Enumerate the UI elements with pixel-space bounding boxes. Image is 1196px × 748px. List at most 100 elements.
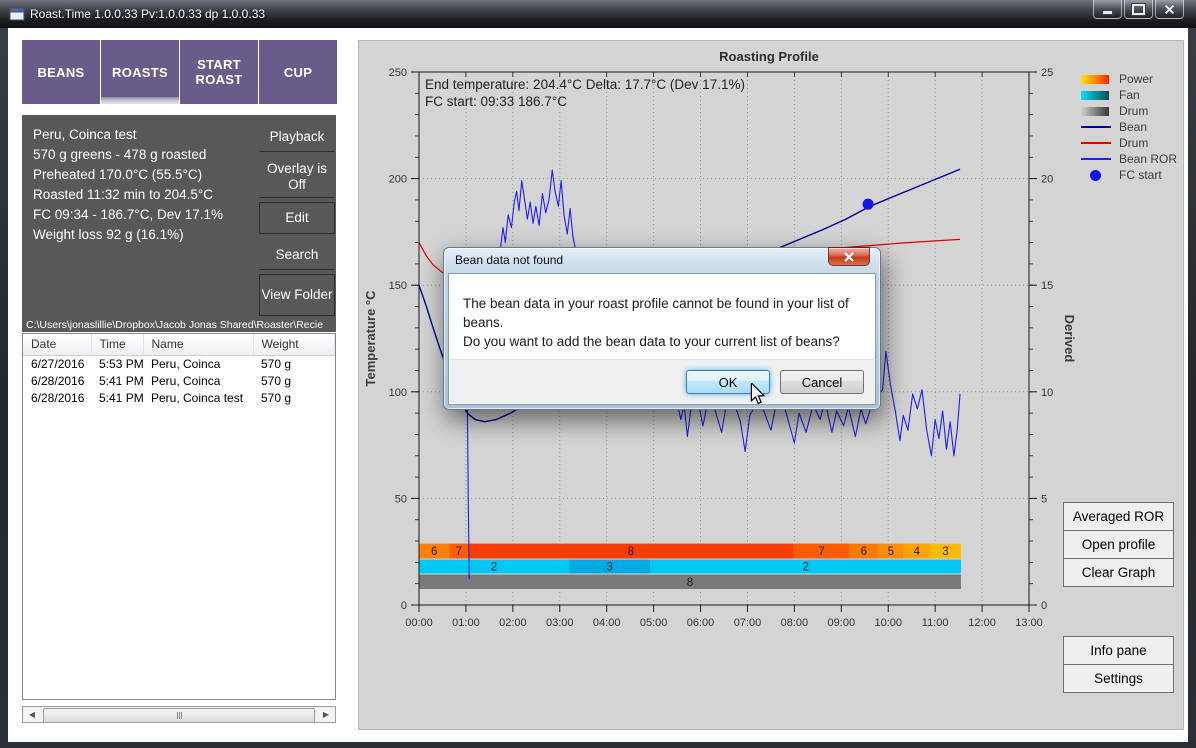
svg-text:20: 20 (1041, 174, 1053, 186)
chart-legend: PowerFanDrumBeanDrumBean RORFC start (1081, 71, 1177, 183)
column-header-time[interactable]: Time (91, 334, 143, 355)
column-header-weight[interactable]: Weight (253, 334, 335, 355)
info-pane-button[interactable]: Info pane (1063, 636, 1174, 665)
legend-item-drum: Drum (1081, 135, 1177, 151)
roast-duration: Roasted 11:32 min to 204.5°C (33, 185, 223, 205)
clear-graph-button[interactable]: Clear Graph (1063, 558, 1174, 587)
table-row[interactable]: 6/28/20165:41 PMPeru, Coinca570 g (23, 373, 335, 390)
svg-text:End temperature: 204.4°C Delta: End temperature: 204.4°C Delta: 17.7°C (… (425, 77, 745, 92)
legend-label: Drum (1119, 136, 1148, 150)
legend-item-bean: Bean (1081, 119, 1177, 135)
edit-button[interactable]: Edit (259, 202, 335, 234)
table-cell: 570 g (253, 390, 335, 407)
roast-file-path: C:\Users\jonaslillie\Dropbox\Jacob Jonas… (26, 319, 334, 331)
svg-text:6: 6 (431, 546, 437, 558)
roast-preheat: Preheated 170.0°C (55.5°C) (33, 165, 223, 185)
scroll-right-icon[interactable]: ▶ (318, 708, 334, 721)
table-cell: 6/28/2016 (23, 390, 91, 407)
legend-label: Fan (1119, 88, 1140, 102)
settings-button[interactable]: Settings (1063, 664, 1174, 693)
averaged-ror-button[interactable]: Averaged ROR (1063, 502, 1174, 531)
svg-text:00:00: 00:00 (405, 617, 433, 629)
svg-text:0: 0 (401, 600, 407, 612)
table-cell: 5:53 PM (91, 355, 143, 373)
legend-swatch (1081, 107, 1109, 116)
roast-weights: 570 g greens - 478 g roasted (33, 145, 223, 165)
client-area: BEANS ROASTS START ROAST CUP Peru, Coinc… (8, 28, 1188, 742)
playback-button[interactable]: Playback (259, 121, 335, 152)
tab-beans[interactable]: BEANS (22, 40, 100, 104)
svg-text:100: 100 (389, 387, 407, 399)
legend-item-drum: Drum (1081, 103, 1177, 119)
svg-text:10: 10 (1041, 387, 1053, 399)
legend-swatch (1081, 158, 1111, 160)
table-cell: Peru, Coinca (143, 373, 253, 390)
svg-text:09:00: 09:00 (828, 617, 856, 629)
legend-swatch (1081, 126, 1111, 128)
svg-text:150: 150 (389, 280, 407, 292)
mouse-cursor (750, 383, 765, 405)
tab-roasts[interactable]: ROASTS (101, 40, 179, 104)
table-cell: 570 g (253, 355, 335, 373)
cancel-button[interactable]: Cancel (780, 370, 864, 394)
svg-text:13:00: 13:00 (1015, 617, 1043, 629)
dialog-message: The bean data in your roast profile cann… (463, 294, 875, 351)
svg-text:11:00: 11:00 (922, 617, 949, 629)
svg-text:FC start: 09:33 186.7°C: FC start: 09:33 186.7°C (425, 94, 567, 109)
horizontal-scrollbar[interactable]: ◀ ▶ (22, 706, 336, 723)
close-button[interactable] (1155, 0, 1184, 19)
roast-weight-loss: Weight loss 92 g (16.1%) (33, 225, 223, 245)
svg-text:07:00: 07:00 (734, 617, 762, 629)
legend-label: Power (1119, 72, 1153, 86)
roast-name: Peru, Coinca test (33, 125, 223, 145)
maximize-button[interactable] (1124, 0, 1153, 19)
svg-text:Temperature °C: Temperature °C (363, 290, 378, 387)
tab-start-roast[interactable]: START ROAST (180, 40, 258, 104)
legend-swatch (1081, 91, 1109, 100)
scroll-left-icon[interactable]: ◀ (24, 708, 40, 721)
svg-text:15: 15 (1041, 280, 1053, 292)
svg-text:10:00: 10:00 (874, 617, 902, 629)
svg-text:4: 4 (914, 546, 921, 558)
svg-text:8: 8 (687, 577, 693, 589)
legend-item-fan: Fan (1081, 87, 1177, 103)
titlebar[interactable]: Roast.Time 1.0.0.33 Pv:1.0.0.33 dp 1.0.0… (0, 0, 1196, 28)
table-row[interactable]: 6/28/20165:41 PMPeru, Coinca test570 g (23, 390, 335, 407)
svg-text:03:00: 03:00 (546, 617, 574, 629)
svg-text:25: 25 (1041, 67, 1053, 79)
scrollbar-thumb[interactable] (43, 708, 315, 723)
roast-fc: FC 09:34 - 186.7°C, Dev 17.1% (33, 205, 223, 225)
open-profile-button[interactable]: Open profile (1063, 530, 1174, 559)
search-button[interactable]: Search (259, 240, 335, 270)
minimize-icon (1102, 10, 1113, 15)
svg-text:8: 8 (628, 546, 634, 558)
view-folder-button[interactable]: View Folder (259, 274, 335, 316)
column-header-date[interactable]: Date (23, 334, 91, 355)
svg-text:08:00: 08:00 (781, 617, 809, 629)
overlay-button[interactable]: Overlay is Off (259, 156, 335, 198)
legend-swatch (1081, 142, 1111, 144)
svg-text:05:00: 05:00 (640, 617, 668, 629)
column-header-name[interactable]: Name (143, 334, 253, 355)
roast-actions: Playback Overlay is Off Edit Search View… (259, 115, 336, 316)
table-cell: 6/28/2016 (23, 373, 91, 390)
svg-text:Derived: Derived (1062, 315, 1077, 363)
svg-text:2: 2 (802, 562, 808, 574)
svg-text:5: 5 (1041, 493, 1047, 505)
dialog-body: The bean data in your roast profile cann… (448, 273, 876, 405)
close-icon (843, 252, 855, 262)
minimize-button[interactable] (1093, 0, 1122, 19)
svg-text:01:00: 01:00 (452, 617, 480, 629)
svg-text:50: 50 (395, 493, 407, 505)
close-icon (1164, 4, 1175, 15)
dialog-footer: OK Cancel (450, 359, 874, 403)
legend-swatch (1081, 75, 1109, 84)
dialog-title: Bean data not found (455, 253, 563, 267)
dialog-close-button[interactable] (828, 247, 870, 266)
svg-text:Roasting Profile: Roasting Profile (719, 49, 819, 64)
table-row[interactable]: 6/27/20165:53 PMPeru, Coinca570 g (23, 355, 335, 373)
roast-list[interactable]: Date Time Name Weight 6/27/20165:53 PMPe… (22, 333, 336, 700)
tab-cup[interactable]: CUP (259, 40, 337, 104)
table-cell: Peru, Coinca test (143, 390, 253, 407)
legend-label: Drum (1119, 104, 1148, 118)
